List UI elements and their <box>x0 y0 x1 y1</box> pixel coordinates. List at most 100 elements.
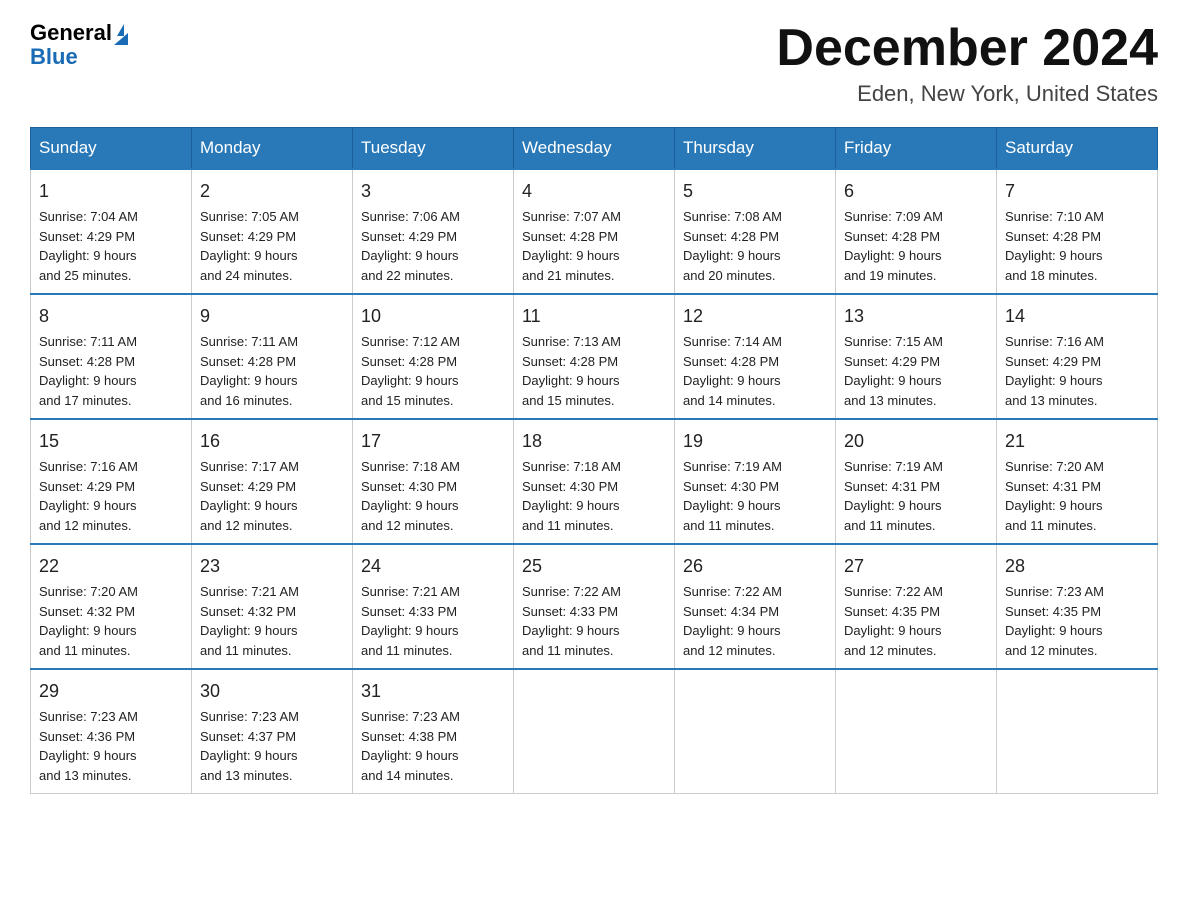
calendar-cell <box>836 669 997 794</box>
calendar-cell: 22 Sunrise: 7:20 AMSunset: 4:32 PMDaylig… <box>31 544 192 669</box>
calendar-cell: 31 Sunrise: 7:23 AMSunset: 4:38 PMDaylig… <box>353 669 514 794</box>
day-info: Sunrise: 7:22 AMSunset: 4:33 PMDaylight:… <box>522 584 621 658</box>
day-info: Sunrise: 7:15 AMSunset: 4:29 PMDaylight:… <box>844 334 943 408</box>
day-info: Sunrise: 7:13 AMSunset: 4:28 PMDaylight:… <box>522 334 621 408</box>
calendar-cell <box>675 669 836 794</box>
day-number: 14 <box>1005 303 1149 330</box>
calendar-cell: 15 Sunrise: 7:16 AMSunset: 4:29 PMDaylig… <box>31 419 192 544</box>
day-number: 18 <box>522 428 666 455</box>
day-info: Sunrise: 7:07 AMSunset: 4:28 PMDaylight:… <box>522 209 621 283</box>
day-info: Sunrise: 7:23 AMSunset: 4:37 PMDaylight:… <box>200 709 299 783</box>
week-row-3: 15 Sunrise: 7:16 AMSunset: 4:29 PMDaylig… <box>31 419 1158 544</box>
day-info: Sunrise: 7:23 AMSunset: 4:36 PMDaylight:… <box>39 709 138 783</box>
col-friday: Friday <box>836 128 997 170</box>
calendar-cell: 14 Sunrise: 7:16 AMSunset: 4:29 PMDaylig… <box>997 294 1158 419</box>
day-number: 5 <box>683 178 827 205</box>
week-row-5: 29 Sunrise: 7:23 AMSunset: 4:36 PMDaylig… <box>31 669 1158 794</box>
calendar-cell: 9 Sunrise: 7:11 AMSunset: 4:28 PMDayligh… <box>192 294 353 419</box>
day-info: Sunrise: 7:16 AMSunset: 4:29 PMDaylight:… <box>39 459 138 533</box>
calendar-cell: 7 Sunrise: 7:10 AMSunset: 4:28 PMDayligh… <box>997 169 1158 294</box>
day-number: 2 <box>200 178 344 205</box>
day-info: Sunrise: 7:23 AMSunset: 4:38 PMDaylight:… <box>361 709 460 783</box>
day-info: Sunrise: 7:22 AMSunset: 4:35 PMDaylight:… <box>844 584 943 658</box>
day-info: Sunrise: 7:17 AMSunset: 4:29 PMDaylight:… <box>200 459 299 533</box>
calendar-cell: 30 Sunrise: 7:23 AMSunset: 4:37 PMDaylig… <box>192 669 353 794</box>
col-wednesday: Wednesday <box>514 128 675 170</box>
day-number: 23 <box>200 553 344 580</box>
calendar-cell: 17 Sunrise: 7:18 AMSunset: 4:30 PMDaylig… <box>353 419 514 544</box>
page-header: General Blue December 2024 Eden, New Yor… <box>30 20 1158 107</box>
day-info: Sunrise: 7:11 AMSunset: 4:28 PMDaylight:… <box>39 334 137 408</box>
day-number: 3 <box>361 178 505 205</box>
calendar-cell: 2 Sunrise: 7:05 AMSunset: 4:29 PMDayligh… <box>192 169 353 294</box>
calendar-cell: 13 Sunrise: 7:15 AMSunset: 4:29 PMDaylig… <box>836 294 997 419</box>
day-info: Sunrise: 7:19 AMSunset: 4:31 PMDaylight:… <box>844 459 943 533</box>
calendar-cell: 25 Sunrise: 7:22 AMSunset: 4:33 PMDaylig… <box>514 544 675 669</box>
calendar-cell: 5 Sunrise: 7:08 AMSunset: 4:28 PMDayligh… <box>675 169 836 294</box>
day-number: 16 <box>200 428 344 455</box>
days-of-week-row: Sunday Monday Tuesday Wednesday Thursday… <box>31 128 1158 170</box>
day-info: Sunrise: 7:06 AMSunset: 4:29 PMDaylight:… <box>361 209 460 283</box>
day-number: 6 <box>844 178 988 205</box>
day-number: 21 <box>1005 428 1149 455</box>
calendar-cell: 21 Sunrise: 7:20 AMSunset: 4:31 PMDaylig… <box>997 419 1158 544</box>
col-thursday: Thursday <box>675 128 836 170</box>
day-number: 20 <box>844 428 988 455</box>
calendar-cell: 12 Sunrise: 7:14 AMSunset: 4:28 PMDaylig… <box>675 294 836 419</box>
day-number: 29 <box>39 678 183 705</box>
calendar-cell <box>997 669 1158 794</box>
calendar-cell: 18 Sunrise: 7:18 AMSunset: 4:30 PMDaylig… <box>514 419 675 544</box>
day-info: Sunrise: 7:04 AMSunset: 4:29 PMDaylight:… <box>39 209 138 283</box>
day-number: 15 <box>39 428 183 455</box>
calendar-cell: 4 Sunrise: 7:07 AMSunset: 4:28 PMDayligh… <box>514 169 675 294</box>
day-number: 10 <box>361 303 505 330</box>
day-number: 25 <box>522 553 666 580</box>
calendar-cell: 3 Sunrise: 7:06 AMSunset: 4:29 PMDayligh… <box>353 169 514 294</box>
calendar-cell: 26 Sunrise: 7:22 AMSunset: 4:34 PMDaylig… <box>675 544 836 669</box>
calendar-cell <box>514 669 675 794</box>
day-number: 13 <box>844 303 988 330</box>
day-info: Sunrise: 7:10 AMSunset: 4:28 PMDaylight:… <box>1005 209 1104 283</box>
col-sunday: Sunday <box>31 128 192 170</box>
day-number: 30 <box>200 678 344 705</box>
day-info: Sunrise: 7:20 AMSunset: 4:32 PMDaylight:… <box>39 584 138 658</box>
day-number: 19 <box>683 428 827 455</box>
day-number: 27 <box>844 553 988 580</box>
calendar-body: 1 Sunrise: 7:04 AMSunset: 4:29 PMDayligh… <box>31 169 1158 794</box>
day-number: 11 <box>522 303 666 330</box>
logo-text-general: General <box>30 20 112 46</box>
calendar-cell: 23 Sunrise: 7:21 AMSunset: 4:32 PMDaylig… <box>192 544 353 669</box>
calendar-cell: 29 Sunrise: 7:23 AMSunset: 4:36 PMDaylig… <box>31 669 192 794</box>
calendar-cell: 27 Sunrise: 7:22 AMSunset: 4:35 PMDaylig… <box>836 544 997 669</box>
day-number: 8 <box>39 303 183 330</box>
week-row-2: 8 Sunrise: 7:11 AMSunset: 4:28 PMDayligh… <box>31 294 1158 419</box>
logo: General Blue <box>30 20 128 70</box>
col-saturday: Saturday <box>997 128 1158 170</box>
day-info: Sunrise: 7:08 AMSunset: 4:28 PMDaylight:… <box>683 209 782 283</box>
day-info: Sunrise: 7:14 AMSunset: 4:28 PMDaylight:… <box>683 334 782 408</box>
week-row-1: 1 Sunrise: 7:04 AMSunset: 4:29 PMDayligh… <box>31 169 1158 294</box>
day-number: 7 <box>1005 178 1149 205</box>
calendar-cell: 19 Sunrise: 7:19 AMSunset: 4:30 PMDaylig… <box>675 419 836 544</box>
calendar-cell: 16 Sunrise: 7:17 AMSunset: 4:29 PMDaylig… <box>192 419 353 544</box>
calendar-cell: 10 Sunrise: 7:12 AMSunset: 4:28 PMDaylig… <box>353 294 514 419</box>
month-title: December 2024 <box>776 20 1158 77</box>
day-info: Sunrise: 7:11 AMSunset: 4:28 PMDaylight:… <box>200 334 298 408</box>
day-number: 26 <box>683 553 827 580</box>
title-section: December 2024 Eden, New York, United Sta… <box>776 20 1158 107</box>
logo-text-blue: Blue <box>30 44 78 70</box>
calendar-cell: 11 Sunrise: 7:13 AMSunset: 4:28 PMDaylig… <box>514 294 675 419</box>
day-info: Sunrise: 7:23 AMSunset: 4:35 PMDaylight:… <box>1005 584 1104 658</box>
day-info: Sunrise: 7:22 AMSunset: 4:34 PMDaylight:… <box>683 584 782 658</box>
day-info: Sunrise: 7:18 AMSunset: 4:30 PMDaylight:… <box>361 459 460 533</box>
day-info: Sunrise: 7:18 AMSunset: 4:30 PMDaylight:… <box>522 459 621 533</box>
location-title: Eden, New York, United States <box>776 81 1158 107</box>
day-number: 17 <box>361 428 505 455</box>
calendar-cell: 8 Sunrise: 7:11 AMSunset: 4:28 PMDayligh… <box>31 294 192 419</box>
day-number: 28 <box>1005 553 1149 580</box>
calendar-cell: 24 Sunrise: 7:21 AMSunset: 4:33 PMDaylig… <box>353 544 514 669</box>
calendar-cell: 28 Sunrise: 7:23 AMSunset: 4:35 PMDaylig… <box>997 544 1158 669</box>
calendar-cell: 6 Sunrise: 7:09 AMSunset: 4:28 PMDayligh… <box>836 169 997 294</box>
day-number: 24 <box>361 553 505 580</box>
col-tuesday: Tuesday <box>353 128 514 170</box>
